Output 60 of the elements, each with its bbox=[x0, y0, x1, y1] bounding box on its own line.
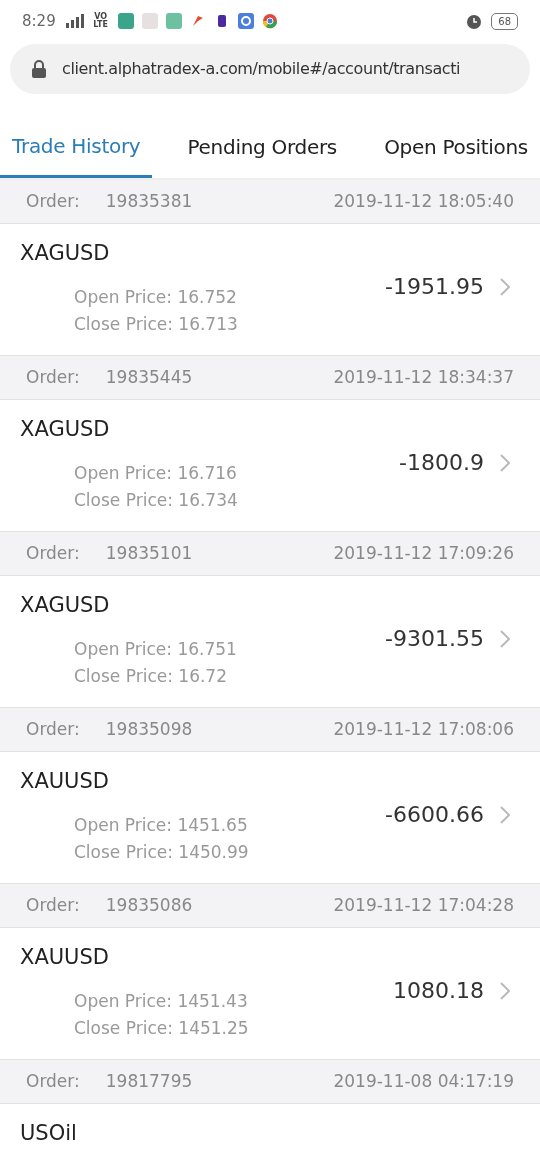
order-number: 19835381 bbox=[105, 189, 193, 213]
order-number: 19835098 bbox=[105, 717, 193, 741]
close-price: Close Price: 1450.99 bbox=[73, 840, 250, 864]
chrome-icon bbox=[261, 13, 278, 29]
order-number: 19835101 bbox=[105, 541, 193, 565]
order-number: 19835445 bbox=[105, 365, 193, 389]
order-row[interactable]: USOil bbox=[0, 1104, 540, 1170]
open-price: Open Price: 16.751 bbox=[73, 637, 238, 661]
open-price: Open Price: 1451.65 bbox=[73, 813, 249, 837]
chevron-right-icon bbox=[500, 981, 510, 1000]
battery-level: 68 bbox=[491, 12, 518, 30]
close-price: Close Price: 16.713 bbox=[73, 312, 239, 336]
profit-amount: 1080.18 bbox=[393, 977, 484, 1005]
tab[interactable]: Pending Orders bbox=[175, 116, 349, 178]
profit-amount: -9301.55 bbox=[385, 625, 484, 653]
order-number: 19817795 bbox=[105, 1069, 193, 1093]
symbol: XAGUSD bbox=[20, 416, 111, 443]
lock-icon bbox=[32, 60, 46, 78]
app-notification-icon bbox=[165, 13, 182, 29]
order-label: Order: bbox=[26, 893, 80, 917]
order-time: 2019-11-12 18:34:37 bbox=[333, 365, 514, 389]
chevron-right-icon bbox=[500, 805, 510, 824]
app-notification-icon bbox=[237, 13, 254, 29]
symbol: XAUUSD bbox=[20, 768, 110, 795]
profit-amount: -1800.9 bbox=[399, 449, 484, 477]
close-price: Close Price: 16.72 bbox=[73, 664, 228, 688]
profit-amount: -6600.66 bbox=[385, 801, 484, 829]
app-notification-icon bbox=[117, 13, 134, 29]
order-time: 2019-11-08 04:17:19 bbox=[333, 1069, 514, 1093]
address-bar[interactable]: client.alphatradex-a.com/mobile#/account/transacti bbox=[10, 44, 530, 94]
order-label: Order: bbox=[26, 365, 80, 389]
network-type: VO LTE bbox=[92, 13, 110, 29]
tab[interactable]: Open Positions bbox=[372, 116, 540, 178]
status-time: 8:29 bbox=[22, 10, 56, 32]
open-price: Open Price: 1451.43 bbox=[73, 989, 249, 1013]
signal-icon bbox=[63, 14, 84, 28]
order-time: 2019-11-12 18:05:40 bbox=[333, 189, 514, 213]
close-price: Close Price: 1451.25 bbox=[73, 1016, 250, 1040]
chevron-right-icon bbox=[500, 277, 510, 296]
open-price: Open Price: 16.752 bbox=[73, 285, 238, 309]
url-text: client.alphatradex-a.com/mobile#/account/transacti bbox=[62, 58, 461, 80]
order-time: 2019-11-12 17:08:06 bbox=[333, 717, 514, 741]
chevron-right-icon bbox=[500, 629, 510, 648]
order-label: Order: bbox=[26, 717, 80, 741]
order-label: Order: bbox=[26, 189, 80, 213]
chevron-right-icon bbox=[500, 453, 510, 472]
order-number: 19835086 bbox=[105, 893, 193, 917]
profit-amount: -1951.95 bbox=[385, 273, 484, 301]
order-time: 2019-11-12 17:04:28 bbox=[333, 893, 514, 917]
order-label: Order: bbox=[26, 541, 80, 565]
open-price: Open Price: 16.716 bbox=[73, 461, 238, 485]
order-label: Order: bbox=[26, 1069, 80, 1093]
alarm-icon bbox=[465, 12, 484, 30]
app-notification-icon bbox=[141, 13, 158, 29]
order-time: 2019-11-12 17:09:26 bbox=[333, 541, 514, 565]
symbol: XAGUSD bbox=[20, 240, 111, 267]
symbol: XAGUSD bbox=[20, 592, 111, 619]
symbol: USOil bbox=[20, 1120, 78, 1147]
symbol: XAUUSD bbox=[20, 944, 110, 971]
close-price: Close Price: 16.734 bbox=[73, 488, 239, 512]
